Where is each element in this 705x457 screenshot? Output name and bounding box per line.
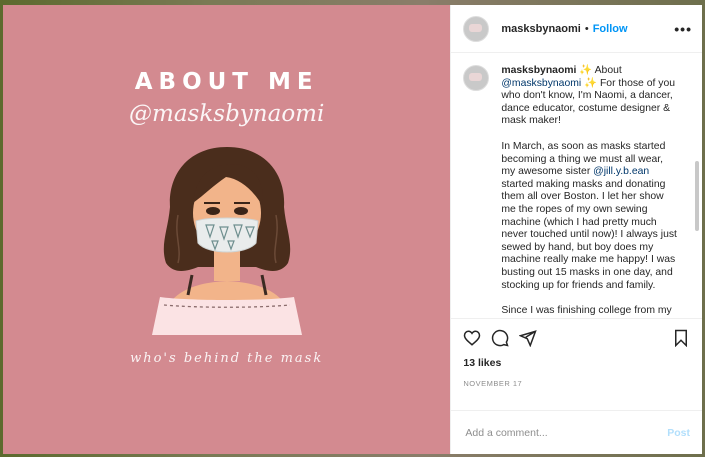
post-sidebar: masksbynaomi • Follow ••• masksbynaomi ✨… xyxy=(450,5,702,454)
caption-area[interactable]: masksbynaomi ✨ About @masksbynaomi ✨ For… xyxy=(451,53,702,318)
image-caption: who's behind the mask xyxy=(130,351,324,366)
post-date: NOVEMBER 17 xyxy=(463,379,523,388)
sparkle-emoji-2: ✨ xyxy=(584,77,598,89)
post-image[interactable]: ABOUT ME @masksbynaomi who's behind the … xyxy=(3,5,451,454)
caption-username[interactable]: masksbynaomi xyxy=(501,65,576,76)
comment-box: Post xyxy=(451,410,702,454)
image-handle: @masksbynaomi xyxy=(129,101,325,127)
image-title: ABOUT ME xyxy=(134,69,319,95)
bookmark-icon[interactable] xyxy=(672,329,690,347)
action-bar: 13 likes NOVEMBER 17 xyxy=(451,318,702,410)
header-username[interactable]: masksbynaomi xyxy=(501,23,580,35)
post-modal: ABOUT ME @masksbynaomi who's behind the … xyxy=(3,5,702,454)
heart-icon[interactable] xyxy=(463,329,481,347)
handle-mention-link[interactable]: @masksbynaomi xyxy=(501,78,581,89)
caption-avatar[interactable] xyxy=(463,65,490,91)
share-icon[interactable] xyxy=(519,329,538,347)
comment-icon[interactable] xyxy=(491,329,509,347)
separator-dot: • xyxy=(584,22,589,35)
avatar[interactable] xyxy=(463,15,490,42)
caption-paragraph-2b: started making masks and donating them a… xyxy=(501,178,677,291)
more-horizontal-icon[interactable]: ••• xyxy=(674,21,692,37)
post-button[interactable]: Post xyxy=(667,427,690,439)
comment-input[interactable] xyxy=(463,425,668,440)
post-header: masksbynaomi • Follow ••• xyxy=(451,5,702,53)
portrait-illustration xyxy=(152,147,302,335)
caption-paragraph-3: Since I was finishing college from my ki… xyxy=(501,305,672,318)
caption-scrollbar[interactable] xyxy=(695,161,699,231)
caption-text: masksbynaomi ✨ About @masksbynaomi ✨ For… xyxy=(501,65,677,318)
sparkle-emoji: ✨ xyxy=(579,65,593,76)
follow-button[interactable]: Follow xyxy=(593,23,628,35)
action-icons xyxy=(463,325,690,351)
likes-count[interactable]: 13 likes xyxy=(463,357,690,369)
sister-mention-link[interactable]: @jill.y.b.ean xyxy=(593,166,649,177)
caption-about: About xyxy=(594,65,622,76)
caption-row: masksbynaomi ✨ About @masksbynaomi ✨ For… xyxy=(463,65,690,318)
